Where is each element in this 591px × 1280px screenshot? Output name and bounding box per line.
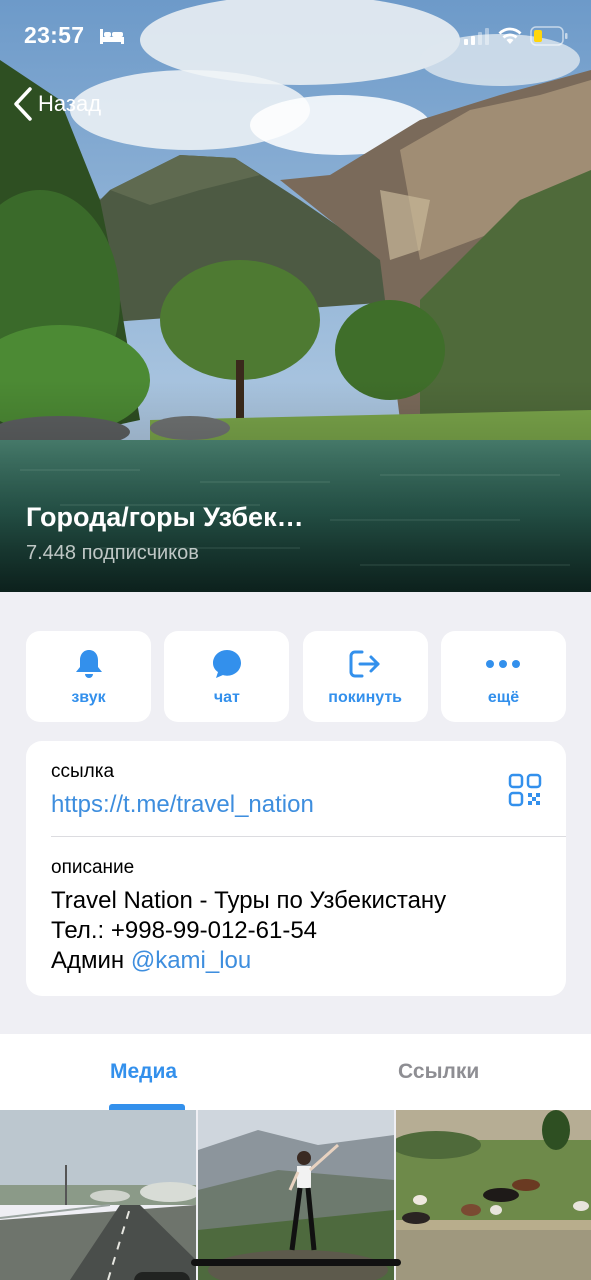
leave-button[interactable]: покинуть bbox=[302, 631, 428, 722]
chat-label: чат bbox=[213, 689, 240, 706]
more-button[interactable]: ещё bbox=[440, 631, 566, 722]
admin-mention[interactable]: @kami_lou bbox=[131, 947, 251, 974]
channel-info-card: ссылка https://t.me/travel_nation описан… bbox=[26, 741, 566, 996]
channel-header-photo[interactable]: 23:57 Назад Города/горы Узбек… 7.448 под… bbox=[0, 0, 591, 592]
description-line: Travel Nation - Туры по Узбекистану bbox=[51, 887, 447, 914]
home-indicator[interactable] bbox=[191, 1259, 401, 1266]
sound-label: звук bbox=[71, 689, 106, 706]
media-tabs: Медиа Ссылки bbox=[0, 1034, 591, 1110]
leave-icon bbox=[349, 650, 380, 678]
leave-label: покинуть bbox=[328, 689, 403, 706]
media-grid bbox=[0, 1110, 591, 1280]
more-dots-icon bbox=[486, 660, 521, 668]
status-bar: 23:57 bbox=[0, 0, 591, 72]
battery-icon bbox=[530, 26, 568, 46]
chat-bubble-icon bbox=[212, 650, 241, 678]
admin-prefix: Админ bbox=[51, 947, 125, 974]
video-duration-badge bbox=[134, 1272, 190, 1280]
tab-media[interactable]: Медиа bbox=[110, 1060, 177, 1084]
bell-icon bbox=[75, 650, 102, 678]
hiker-photo bbox=[198, 1110, 394, 1280]
description-admin-line: Админ @kami_lou bbox=[51, 946, 446, 976]
action-buttons: звук чат покинуть ещё bbox=[26, 631, 566, 722]
more-label: ещё bbox=[487, 689, 520, 706]
chat-button[interactable]: чат bbox=[164, 631, 290, 722]
link-caption: ссылка bbox=[51, 761, 115, 782]
media-thumbnail[interactable] bbox=[198, 1110, 394, 1280]
wifi-icon bbox=[498, 27, 522, 44]
status-time: 23:57 bbox=[24, 22, 85, 48]
subscriber-count: 7.448 подписчиков bbox=[26, 542, 199, 564]
info-divider bbox=[51, 836, 566, 837]
media-thumbnail[interactable] bbox=[396, 1110, 591, 1280]
cellular-signal-icon bbox=[464, 28, 489, 45]
back-label: Назад bbox=[38, 91, 102, 116]
chevron-left-icon bbox=[14, 87, 32, 121]
tab-links[interactable]: Ссылки bbox=[398, 1060, 479, 1084]
channel-description: Travel Nation - Туры по Узбекистану Тел.… bbox=[51, 886, 446, 976]
back-button[interactable]: Назад bbox=[12, 86, 101, 122]
description-phone: Тел.: +998-99-012-61-54 bbox=[51, 917, 318, 944]
road-photo bbox=[0, 1110, 196, 1280]
qr-code-icon[interactable] bbox=[508, 773, 542, 807]
media-thumbnail[interactable] bbox=[0, 1110, 196, 1280]
sleep-mode-icon bbox=[100, 29, 124, 44]
channel-title: Города/горы Узбек… bbox=[26, 502, 304, 532]
sound-button[interactable]: звук bbox=[26, 631, 151, 722]
description-caption: описание bbox=[51, 857, 135, 878]
channel-link[interactable]: https://t.me/travel_nation bbox=[51, 791, 314, 819]
horses-photo bbox=[396, 1110, 591, 1280]
